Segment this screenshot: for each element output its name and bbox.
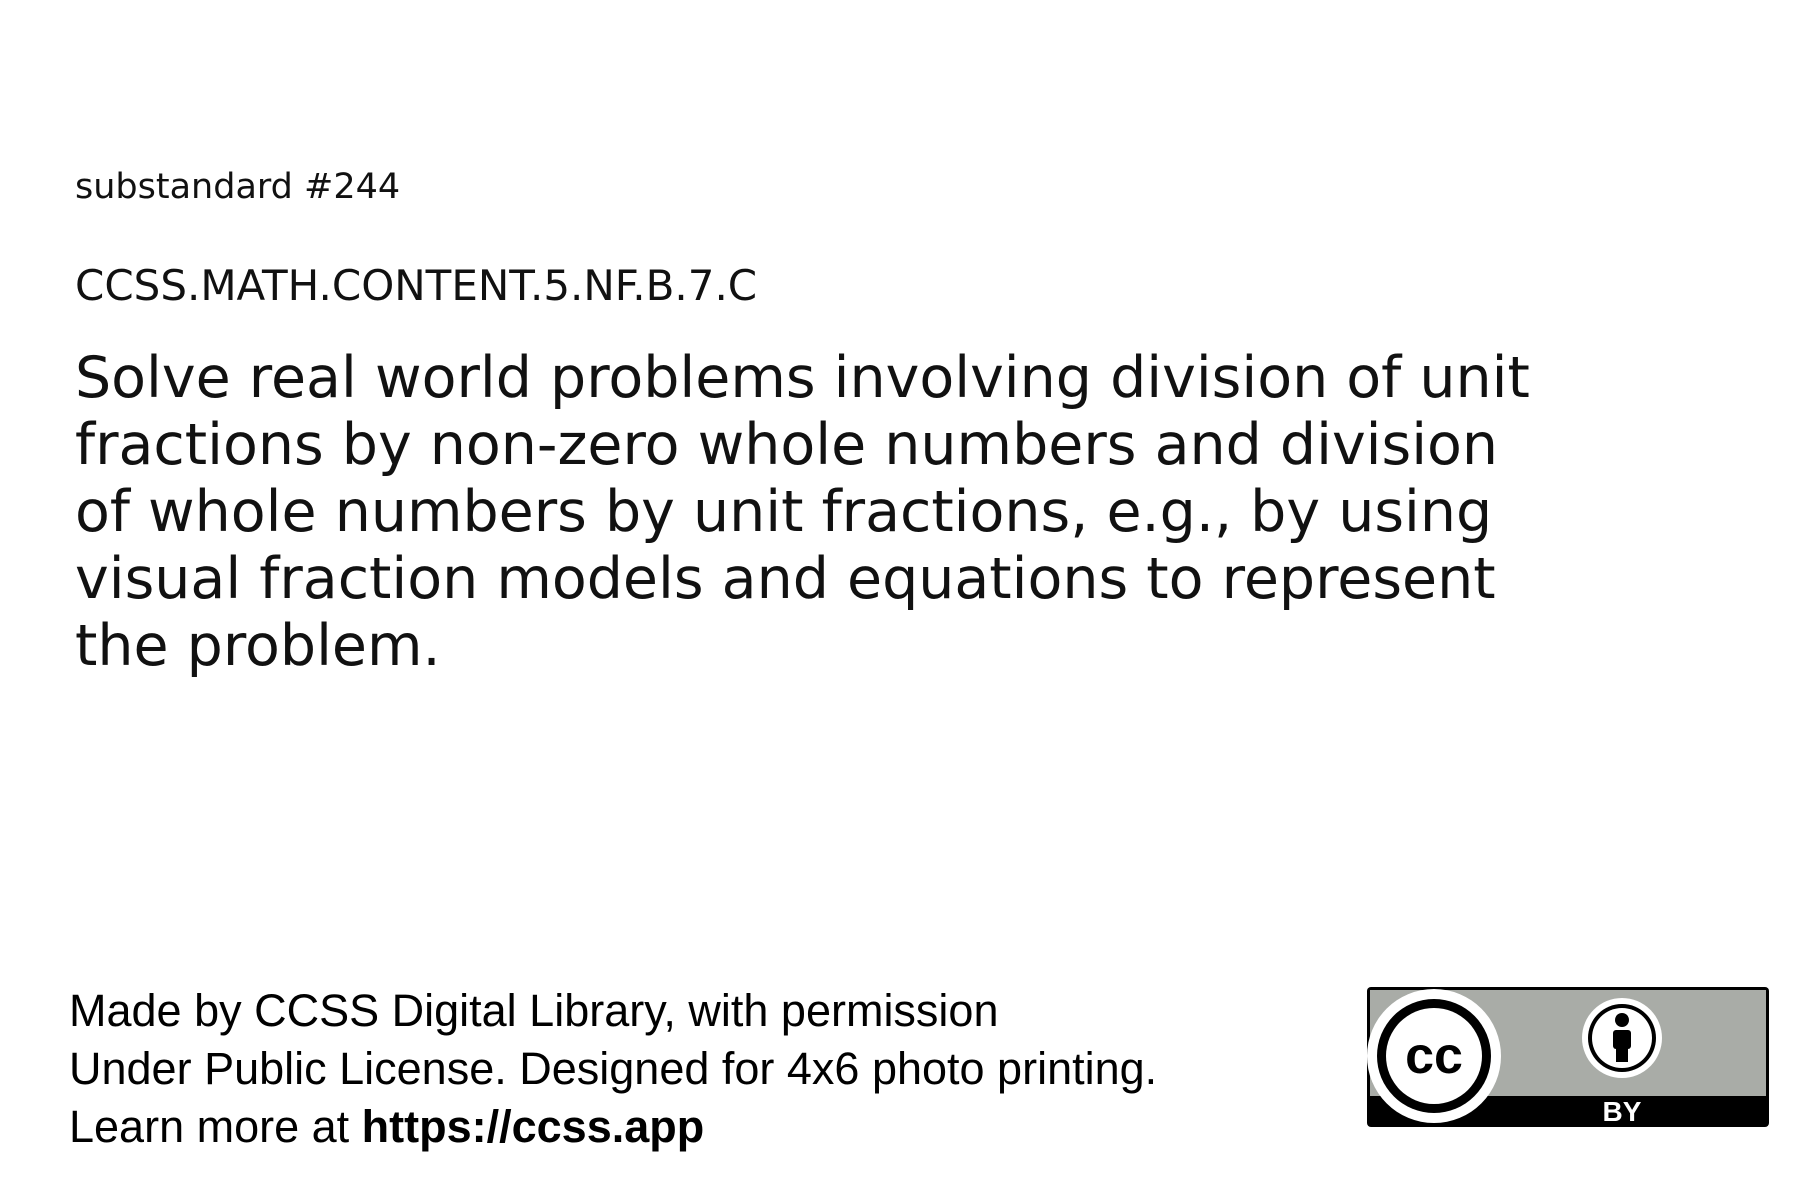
learn-more-prefix: Learn more at <box>69 1101 362 1152</box>
footer-credits: Made by CCSS Digital Library, with permi… <box>69 982 1157 1156</box>
standard-description: Solve real world problems involving divi… <box>75 345 1530 679</box>
substandard-label: substandard #244 <box>75 167 401 207</box>
footer-line-made-by: Made by CCSS Digital Library, with permi… <box>69 985 999 1036</box>
by-label: BY <box>1603 1096 1642 1127</box>
cc-logo-text: cc <box>1405 1027 1463 1085</box>
attribution-person-icon <box>1582 998 1662 1078</box>
standard-code: CCSS.MATH.CONTENT.5.NF.B.7.C <box>75 261 758 310</box>
ccss-app-link[interactable]: https://ccss.app <box>362 1101 705 1152</box>
cc-by-license-badge: cc BY <box>1367 987 1769 1127</box>
footer-line-learn-more: Learn more at https://ccss.app <box>69 1098 1157 1156</box>
footer-line-license: Under Public License. Designed for 4x6 p… <box>69 1043 1158 1094</box>
cc-logo-icon: cc <box>1367 989 1501 1123</box>
